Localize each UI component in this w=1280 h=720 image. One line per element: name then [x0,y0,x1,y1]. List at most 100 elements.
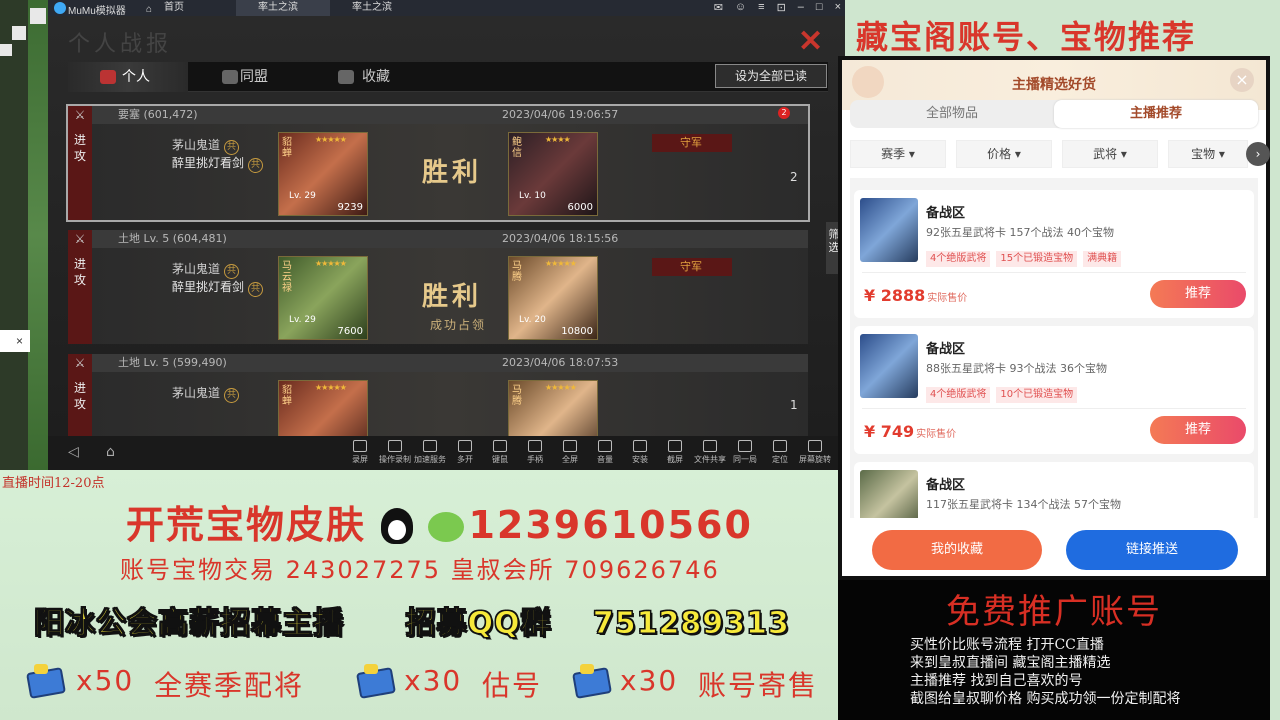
tab-game-1[interactable]: 率土之滨 [236,0,330,16]
sword-icon: ⚔ [74,108,86,122]
filter-treasure[interactable]: 宝物 ▾ [1168,140,1248,168]
item-tag: 15个已锻造宝物 [996,251,1078,267]
filter-label: 价格 [987,147,1012,161]
page-title: 个人战报 [68,32,173,57]
toolbar-button[interactable]: 手柄 [517,440,553,465]
tool-icon [423,440,437,452]
item-tag: 4个绝版武将 [926,251,991,267]
troop-count: 10800 [561,326,593,337]
toolbar-button[interactable]: 截屏 [657,440,693,465]
mark-all-read-button[interactable]: 设为全部已读 [715,64,827,88]
link-push-button[interactable]: 链接推送 [1066,530,1238,570]
battle-result: 胜利 [422,158,483,188]
close-icon[interactable]: ✕ [798,24,823,59]
free-promo-line: 截图给皇叔聊价格 购买成功领一份定制配将 [910,691,1181,707]
defender-label: 守军 [652,258,732,276]
scroll-right-icon[interactable]: › [1246,142,1270,166]
defender-general-card[interactable]: 马腾 ★★★★★ Lv. 20 10800 [508,256,598,340]
tool-icon [388,440,402,452]
action-label: 进攻 [74,257,87,287]
badge-icon [354,662,404,702]
home-icon[interactable]: ⌂ [106,444,115,460]
battle-report[interactable]: 土地 Lv. 5 (599,490) 2023/04/06 18:07:53 茅… [68,354,808,436]
user-icon[interactable]: ☺ [735,1,746,14]
maximize-icon[interactable]: □ [816,1,823,14]
toolbar-button[interactable]: 音量 [587,440,623,465]
back-icon[interactable]: ◁ [68,444,79,460]
minimize-icon[interactable]: – [798,1,804,14]
toolbar-button[interactable]: 屏幕旋转 [797,440,833,465]
tab-personal[interactable]: 个人 [68,62,188,92]
tool-icon [738,440,752,452]
promo-item: 估号 [482,669,543,702]
pin-icon[interactable]: ⊡ [777,1,786,14]
qq-group-number: 751289313 [592,606,790,642]
item-name: 备战区 [926,206,966,221]
filter-price[interactable]: 价格 ▾ [956,140,1052,168]
toolbar-button[interactable]: 安装 [622,440,658,465]
toolbar-button[interactable]: 键鼠 [482,440,518,465]
toolbar-button[interactable]: 操作录制 [377,440,413,465]
list-item[interactable]: 备战区 92张五星武将卡 157个战法 40个宝物 4个绝版武将 15个已锻造宝物… [854,190,1254,318]
tool-label: 屏幕旋转 [799,455,831,464]
toolbar-button[interactable]: 同一局 [727,440,763,465]
troop-count: 6000 [567,202,593,213]
tab-recommended[interactable]: 主播推荐 [1054,100,1258,128]
toolbar-button[interactable]: 全屏 [552,440,588,465]
mail-icon[interactable]: ✉ [714,1,723,14]
list-item[interactable]: 备战区 88张五星武将卡 93个战法 36个宝物 4个绝版武将 10个已锻造宝物 … [854,326,1254,454]
player-name: 茅山鬼道 [172,138,221,152]
mumu-logo-icon [54,2,66,14]
report-header: 土地 Lv. 5 (604,481) 2023/04/06 18:15:56 [68,230,808,248]
report-type-badge: ⚔ 进攻 [68,106,92,220]
tab-all-items[interactable]: 全部物品 [850,100,1054,128]
right-banner-title: 藏宝阁账号、宝物推荐 [856,18,1197,56]
tab-favorites[interactable]: 收藏 [332,62,390,92]
player-name: 茅山鬼道 [172,262,221,276]
emulator-window: MuMu模拟器 ⌂ 首页 率土之滨 率土之滨 ✉ ☺ ≡ ⊡ – □ × 个人战… [48,0,845,470]
alliance-tag: 共 [224,388,240,403]
attacker-general-card[interactable]: 马云禄 ★★★★★ Lv. 29 7600 [278,256,368,340]
general-level: Lv. 10 [519,191,546,201]
star-rating: ★★★★★ [315,383,347,392]
battle-report[interactable]: 要塞 (601,472) 2023/04/06 19:06:57 2 茅山鬼道共… [66,104,810,222]
my-favorites-button[interactable]: 我的收藏 [872,530,1042,570]
toolbar-button[interactable]: 加速服务 [412,440,448,465]
close-icon[interactable]: × [835,1,841,14]
menu-icon[interactable]: ≡ [758,1,764,14]
recommend-button[interactable]: 推荐 [1150,416,1246,444]
list-item[interactable]: 备战区 117张五星武将卡 134个战法 57个宝物 [854,462,1254,518]
tool-icon [703,440,717,452]
attacker-general-card[interactable]: 貂蝉 ★★★★★ Lv. 29 9239 [278,132,368,216]
tool-icon [353,440,367,452]
recommend-button[interactable]: 推荐 [1150,280,1246,308]
filter-season[interactable]: 赛季 ▾ [850,140,946,168]
star-rating: ★★★★★ [545,259,577,268]
battle-report[interactable]: 土地 Lv. 5 (604,481) 2023/04/06 18:15:56 茅… [68,230,808,344]
home-tab[interactable]: ⌂ 首页 [146,0,236,16]
toolbar-button[interactable]: 录屏 [342,440,378,465]
close-icon[interactable]: × [1230,68,1254,92]
star-rating: ★★★★ [545,135,571,144]
report-body: 茅山鬼道共 醉里挑灯看剑共 貂蝉 ★★★★★ Lv. 29 9239 胜利 鲍信… [92,124,808,220]
item-tags: 4个绝版武将 15个已锻造宝物 满典籍 [926,246,1127,267]
attacker-general-card[interactable]: 貂蝉 ★★★★★ [278,380,368,436]
toolbar-button[interactable]: 文件共享 [692,440,728,465]
shop-panel: 主播精选好货 × 全部物品 主播推荐 赛季 ▾ 价格 ▾ 武将 ▾ 宝物 ▾ ›… [838,56,1270,580]
general-name: 貂蝉 [282,137,292,159]
defender-general-card[interactable]: 马腾 ★★★★★ [508,380,598,436]
defender-general-card[interactable]: 鲍信 ★★★★ Lv. 10 6000 [508,132,598,216]
tab-game-2[interactable]: 率土之滨 [330,0,424,16]
tool-label: 文件共享 [694,455,726,464]
toolbar-button[interactable]: 多开 [447,440,483,465]
filter-label: 赛季 [881,147,906,161]
promo-item: 全赛季配将 [154,669,305,702]
close-x-tab[interactable]: × [0,330,30,352]
toolbar-button[interactable]: 定位 [762,440,798,465]
filter-general[interactable]: 武将 ▾ [1062,140,1158,168]
tile [12,26,26,40]
report-tabs: 个人 同盟 收藏 [68,62,828,92]
player-row: 醉里挑灯看剑共 [172,278,264,297]
tab-alliance[interactable]: 同盟 [214,62,268,92]
player-row: 醉里挑灯看剑共 [172,154,264,173]
